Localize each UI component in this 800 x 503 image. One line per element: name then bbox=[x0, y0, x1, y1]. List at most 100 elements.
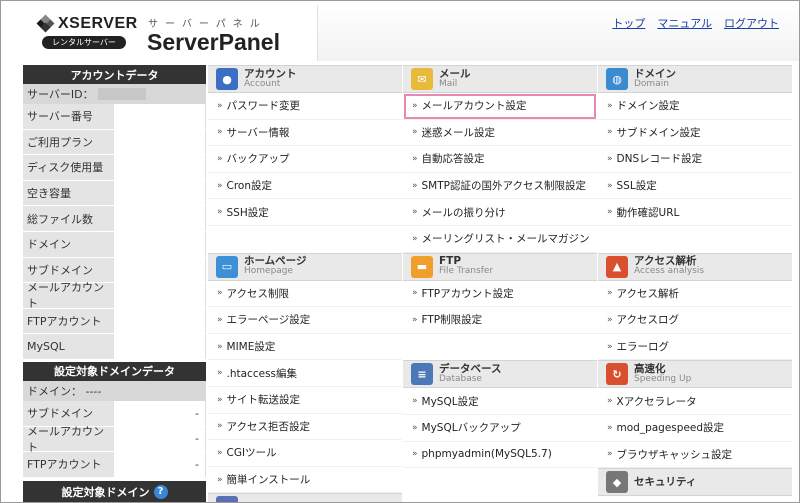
menu-item-link[interactable]: » FTPアカウント設定 bbox=[403, 281, 597, 308]
arrow-icon: » bbox=[607, 288, 613, 299]
menu-item-label: ドメイン設定 bbox=[616, 100, 680, 113]
domain-data-row-value: - bbox=[114, 400, 206, 426]
account-data-row-value bbox=[114, 257, 206, 283]
menu-item-link[interactable]: » サブドメイン設定 bbox=[598, 120, 792, 147]
menu-item-link[interactable]: » 簡単インストール bbox=[208, 467, 402, 494]
menu-item-link[interactable]: » アクセス解析 bbox=[598, 281, 792, 308]
menu-item-label: .htaccess編集 bbox=[226, 367, 298, 380]
category-subtitle: Speeding Up bbox=[634, 374, 692, 385]
menu-item-link[interactable]: » mod_pagespeed設定 bbox=[598, 415, 792, 442]
category-title: セキュリティ bbox=[634, 475, 697, 488]
menu-item-link[interactable]: » DNSレコード設定 bbox=[598, 146, 792, 173]
menu-item-link[interactable]: » CGIツール bbox=[208, 440, 402, 467]
menu-item-link[interactable]: » エラーページ設定 bbox=[208, 307, 402, 334]
domain-data-row-label: メールアカウント bbox=[23, 425, 114, 454]
account-data-row-label: サーバー番号 bbox=[23, 104, 114, 129]
menu-item-link[interactable]: » バックアップ bbox=[208, 146, 402, 173]
arrow-icon: » bbox=[412, 207, 418, 218]
xserver-logo[interactable]: XSERVER レンタルサーバー bbox=[36, 14, 138, 49]
menu-item-link[interactable]: » SMTP認証の国外アクセス制限設定 bbox=[403, 173, 597, 200]
arrow-icon: » bbox=[217, 314, 223, 325]
menu-item-link[interactable]: » MySQL設定 bbox=[403, 388, 597, 415]
domain-data-row: FTPアカウント - bbox=[23, 452, 206, 478]
menu-item-link[interactable]: » サーバー情報 bbox=[208, 120, 402, 147]
lock-icon: ◆ bbox=[606, 471, 628, 494]
menu-item-link[interactable]: » メーリングリスト・メールマガジン bbox=[403, 226, 597, 253]
category-text: アクセス解析 Access analysis bbox=[634, 256, 704, 276]
menu-item-label: SSH設定 bbox=[226, 206, 269, 219]
category-header: ▬ FTP File Transfer bbox=[403, 252, 597, 281]
menu-item-link[interactable]: » アクセス制限 bbox=[208, 281, 402, 308]
menu-item-link[interactable]: » アクセスログ bbox=[598, 307, 792, 334]
menu-item-link[interactable]: » FTP制限設定 bbox=[403, 307, 597, 334]
account-data-row-label: ご利用プラン bbox=[23, 129, 114, 155]
menu-item-link[interactable]: » 迷惑メール設定 bbox=[403, 120, 597, 147]
top-link[interactable]: トップ bbox=[612, 15, 645, 31]
menu-item-link[interactable]: » アクセス拒否設定 bbox=[208, 414, 402, 441]
menu-item-label: 動作確認URL bbox=[616, 206, 680, 219]
server-id-row: サーバーID： bbox=[23, 84, 206, 104]
arrow-icon: » bbox=[217, 341, 223, 352]
arrow-icon: » bbox=[607, 341, 613, 352]
menu-item-link[interactable]: » Xアクセラレータ bbox=[598, 388, 792, 415]
account-data-row-value bbox=[114, 180, 206, 206]
account-data-row-value bbox=[114, 129, 206, 155]
account-data-row: メールアカウント bbox=[23, 281, 206, 310]
menu-item-link[interactable]: » .htaccess編集 bbox=[208, 360, 402, 387]
account-data-row: ディスク使用量 bbox=[23, 155, 206, 181]
menu-item-link[interactable]: » ブラウザキャッシュ設定 bbox=[598, 442, 792, 469]
arrow-icon: » bbox=[607, 127, 613, 138]
account-data-row-label: サブドメイン bbox=[23, 257, 114, 283]
menu-item-link[interactable]: » MySQLバックアップ bbox=[403, 415, 597, 442]
menu-item-link[interactable]: » MIME設定 bbox=[208, 334, 402, 361]
menu-item-link[interactable]: » サイト転送設定 bbox=[208, 387, 402, 414]
arrow-icon: » bbox=[412, 449, 418, 460]
menu-item-link[interactable]: » Cron設定 bbox=[208, 173, 402, 200]
arrow-icon: » bbox=[217, 474, 223, 485]
menu-item-label: SSL設定 bbox=[616, 180, 657, 193]
menu-item-link[interactable]: » エラーログ bbox=[598, 334, 792, 361]
help-icon[interactable]: ? bbox=[153, 484, 168, 499]
category-subtitle: Access analysis bbox=[634, 266, 705, 277]
menu-item-label: バックアップ bbox=[226, 153, 290, 166]
arrow-icon: » bbox=[412, 153, 418, 164]
menu-item-link[interactable]: » SSL設定 bbox=[598, 173, 792, 200]
menu-item-link[interactable]: » SSH設定 bbox=[208, 199, 402, 226]
arrow-icon: » bbox=[607, 153, 613, 164]
category-text: 高速化 Speeding Up bbox=[634, 364, 691, 384]
menu-item-label: FTPアカウント設定 bbox=[421, 287, 514, 300]
account-data-row-value bbox=[114, 155, 206, 180]
domain-data-row-label: FTPアカウント bbox=[23, 452, 114, 477]
domain-data-row-value: - bbox=[114, 426, 206, 452]
arrow-icon: » bbox=[217, 368, 223, 379]
menu-item-link[interactable]: » パスワード変更 bbox=[208, 93, 402, 120]
envelope-icon: ✉ bbox=[411, 68, 433, 90]
arrow-icon: » bbox=[412, 100, 418, 111]
menu-item-link[interactable]: » メールアカウント設定 bbox=[403, 93, 597, 120]
menu-item-link[interactable]: » メールの振り分け bbox=[403, 199, 597, 226]
category-text: セキュリティ bbox=[634, 475, 697, 488]
browser-icon: ▭ bbox=[216, 255, 238, 278]
menu-column: ● アカウント Account» パスワード変更» サーバー情報» バックアップ» Cron… bbox=[208, 65, 402, 502]
person-icon: ● bbox=[216, 68, 238, 90]
arrow-icon: » bbox=[607, 422, 613, 433]
menu-item-link[interactable]: » ドメイン設定 bbox=[598, 93, 792, 120]
category-header: ▲ アクセス解析 Access analysis bbox=[598, 252, 792, 281]
account-data-row: ドメイン bbox=[23, 231, 206, 258]
menu-item-link[interactable]: » phpmyadmin(MySQL5.7) bbox=[403, 442, 597, 469]
logout-link[interactable]: ログアウト bbox=[724, 15, 779, 31]
menu-item-link[interactable]: » 自動応答設定 bbox=[403, 146, 597, 173]
domain-data-row-value: - bbox=[114, 452, 206, 477]
menu-item-link[interactable]: » 動作確認URL bbox=[598, 199, 792, 226]
menu-item-label: DNSレコード設定 bbox=[616, 153, 703, 166]
arrow-icon: » bbox=[412, 180, 418, 191]
arrow-icon: » bbox=[412, 314, 418, 325]
account-data-row-value bbox=[114, 283, 206, 308]
menu-item-label: アクセス解析 bbox=[616, 287, 679, 300]
arrow-icon: » bbox=[607, 100, 613, 111]
menu-item-label: サイト転送設定 bbox=[226, 394, 301, 407]
arrow-icon: » bbox=[217, 207, 223, 218]
sidebar: アカウントデータ サーバーID： サーバー番号 ご利用プラン ディスク使用量 空き容量… bbox=[23, 65, 206, 502]
menu-item-label: MySQLバックアップ bbox=[421, 422, 521, 435]
manual-link[interactable]: マニュアル bbox=[657, 15, 712, 31]
